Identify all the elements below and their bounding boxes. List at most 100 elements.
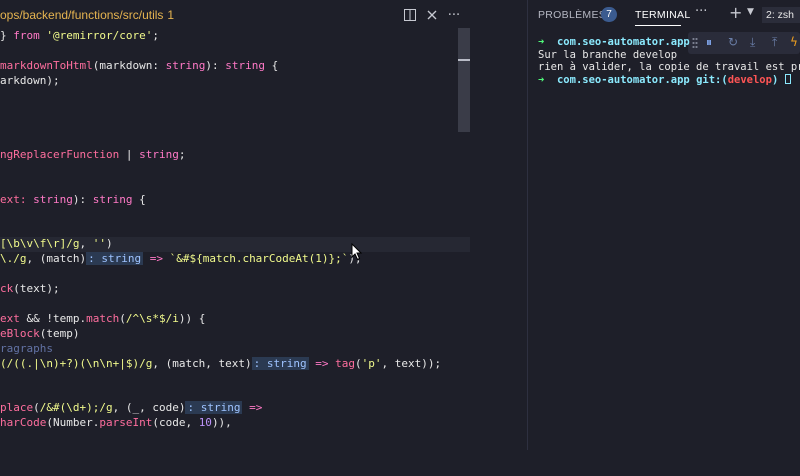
split-editor-icon[interactable] — [399, 6, 421, 24]
code-token: harCode — [0, 416, 47, 430]
code-line: ck(text); — [0, 282, 470, 297]
code-token: ): — [205, 58, 226, 72]
code-area[interactable]: } from '@remirror/core'; markdownToHtml(m… — [0, 29, 470, 476]
code-token: (temp) — [39, 326, 80, 340]
scrollbar-position-marker — [458, 59, 470, 61]
code-token: (text); — [13, 282, 60, 296]
code-line: place(/&#(\d+);/g, (_, code): string => — [0, 401, 470, 416]
code-token: { — [264, 58, 279, 72]
editor-actions: ··· — [399, 6, 465, 24]
code-token: ext — [0, 311, 20, 325]
code-token: ragraphs — [0, 341, 53, 355]
code-token: { — [132, 192, 146, 206]
minimap-scrollbar[interactable] — [458, 28, 470, 132]
code-token: , (match, text) — [152, 356, 252, 370]
code-token: arkdown); — [0, 73, 60, 87]
code-token: string — [33, 192, 73, 206]
tab-problems[interactable]: PROBLÈMES — [538, 9, 606, 21]
terminal-output[interactable]: ➜ com.seo-automator.app Sur la branche d… — [538, 36, 800, 86]
code-line: ext && !temp.match(/^\s*$/i)) { — [0, 312, 470, 327]
code-token: string — [165, 58, 206, 72]
code-token: from — [13, 29, 40, 42]
prompt-git: git:( — [696, 73, 728, 86]
terminal-line: ➜ com.seo-automator.app — [538, 36, 800, 49]
code-token: '' — [92, 237, 106, 251]
code-token: , (_, code) — [112, 401, 186, 415]
code-token: parseInt — [99, 416, 153, 430]
code-token: string — [92, 192, 133, 206]
prompt-host: com.seo-automator.app — [556, 73, 690, 86]
code-token: string — [139, 148, 179, 162]
code-token: 10 — [198, 416, 212, 430]
code-token: (Number. — [46, 416, 100, 430]
terminal-line: Sur la branche develop — [538, 48, 678, 61]
active-tab-indicator — [635, 25, 681, 26]
code-token: '@remirror/core' — [46, 29, 153, 42]
code-line: ext: string): string { — [0, 193, 470, 208]
code-token: && !temp. — [19, 311, 87, 325]
tab-terminal[interactable]: TERMINAL — [635, 9, 691, 21]
code-token: ngReplacerFunction — [0, 148, 120, 162]
chevron-down-icon[interactable]: ▼ — [747, 7, 754, 17]
problems-count-badge: 7 — [601, 7, 617, 22]
terminal-select[interactable]: 2: zsh — [762, 7, 800, 23]
code-token: 'p' — [361, 356, 382, 370]
code-token: } — [0, 29, 14, 42]
code-token: place — [0, 401, 34, 415]
code-token: markdownToHtml — [0, 58, 93, 72]
prompt-arrow: ➜ — [538, 36, 545, 48]
code-token: )) { — [178, 311, 206, 325]
code-token: ; — [152, 29, 159, 42]
tab-problem-count: 1 — [167, 8, 175, 22]
more-icon[interactable]: ··· — [695, 4, 707, 19]
code-token: ) — [105, 237, 113, 251]
editor-tab[interactable]: ops/backend/functions/src/utils 1 — [0, 8, 174, 22]
code-line: } from '@remirror/core'; — [0, 29, 470, 44]
code-token: eBlock — [0, 326, 40, 340]
code-line: \./g, (match): string => `&#${match.char… — [0, 252, 470, 267]
code-token: ( — [33, 401, 40, 415]
panel-tab-bar: PROBLÈMES 7 TERMINAL ··· + ▼ 2: zsh — [528, 0, 800, 30]
prompt-git-close: ) — [771, 73, 779, 86]
prompt-arrow: ➜ — [538, 73, 545, 86]
code-line: ngReplacerFunction | string; — [0, 148, 470, 163]
code-line: eBlock(temp) — [0, 327, 470, 342]
code-token: ext: — [0, 192, 34, 206]
code-token: (/((.|\n)+?)(\n\n+|$)/g — [0, 356, 153, 370]
code-token: , — [79, 237, 93, 251]
code-token: ): — [72, 192, 93, 206]
more-icon[interactable]: ··· — [443, 6, 465, 24]
code-token: (markdown: — [92, 58, 166, 72]
code-token: \./g — [0, 252, 27, 266]
tab-path-label: ops/backend/functions/src/utils — [0, 8, 164, 22]
code-line: markdownToHtml(markdown: string): string… — [0, 59, 470, 74]
editor-tab-bar: ops/backend/functions/src/utils 1 ··· — [0, 0, 527, 30]
code-token: ck — [0, 282, 14, 296]
close-icon[interactable] — [421, 6, 443, 24]
plus-icon[interactable]: + — [729, 3, 742, 22]
code-token: )), — [211, 416, 232, 430]
terminal-cursor — [784, 73, 791, 84]
code-token: `&#${match.charCodeAt(1)};` — [169, 252, 349, 266]
inlay-type-hint: : string — [86, 252, 144, 266]
code-token: | — [119, 148, 140, 162]
code-token: , (match) — [26, 252, 87, 266]
code-token: /^\s*$/i — [125, 311, 179, 325]
code-token: ; — [178, 148, 186, 162]
code-token: tag — [335, 356, 356, 370]
code-line: [\b\v\f\r]/g, '') — [0, 237, 470, 253]
code-token: ( — [119, 311, 126, 325]
code-token: => — [143, 252, 170, 266]
